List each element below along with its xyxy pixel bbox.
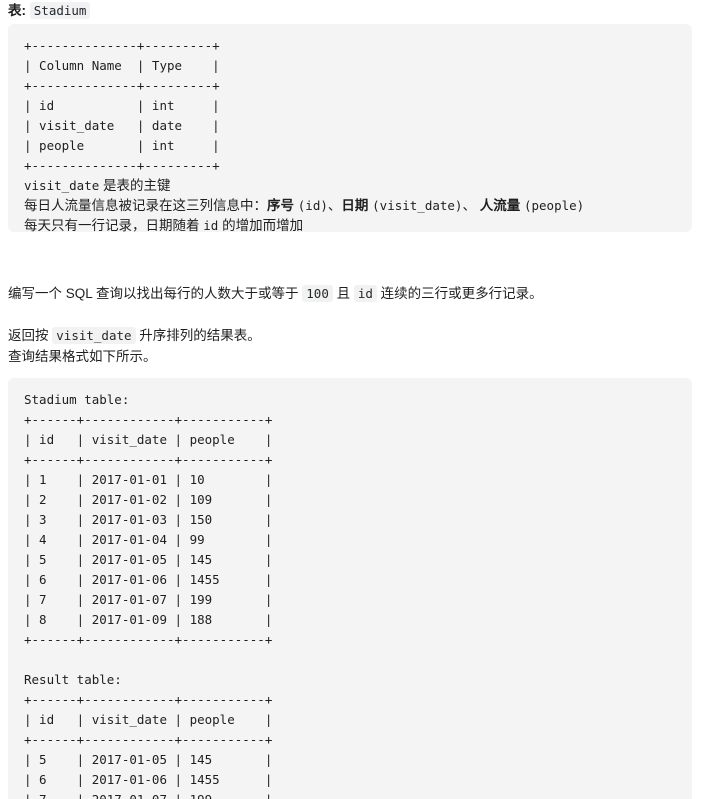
schema-divider-top: +--------------+---------+ — [24, 38, 220, 53]
ordering-paragraph: 返回按 visit_date 升序排列的结果表。 — [8, 326, 261, 346]
table-heading: 表: Stadium — [8, 2, 91, 20]
table-heading-label: 表: — [8, 3, 26, 18]
stadium-table-title: Stadium table: — [24, 392, 130, 407]
daily-note-part-a: 每天只有一行记录，日期随着 — [24, 218, 204, 232]
schema-note-columns: 每日人流量信息被记录在这三列信息中：序号 (id)、日期 (visit_date… — [24, 196, 676, 216]
question-part-b: 且 — [332, 286, 354, 301]
schema-row-people: | people | int | — [24, 138, 220, 153]
column-code-people: (people) — [523, 198, 585, 213]
column-label-people: 人流量 — [479, 198, 521, 213]
schema-code-block: +--------------+---------+ | Column Name… — [8, 24, 692, 232]
schema-row-visit-date: | visit_date | date | — [24, 118, 220, 133]
result-table-title: Result table: — [24, 672, 122, 687]
threshold-code: 100 — [302, 285, 333, 302]
visit-date-code: visit_date — [52, 327, 136, 344]
stadium-row-8: | 8 | 2017-01-09 | 188 | — [24, 612, 273, 627]
result-row-1: | 5 | 2017-01-05 | 145 | — [24, 752, 273, 767]
stadium-header-row: | id | visit_date | people | — [24, 432, 273, 447]
stadium-row-5: | 5 | 2017-01-05 | 145 | — [24, 552, 273, 567]
columns-separator-1: 、 — [327, 198, 342, 213]
schema-note-daily: 每天只有一行记录，日期随着 id 的增加而增加 — [24, 216, 676, 232]
table-name-code: Stadium — [29, 2, 91, 19]
stadium-divider-bottom: +------+------------+-----------+ — [24, 632, 273, 647]
result-header-row: | id | visit_date | people | — [24, 712, 273, 727]
result-row-3: | 7 | 2017-01-07 | 199 | — [24, 790, 676, 799]
column-label-id: 序号 — [267, 198, 294, 213]
primary-key-column: visit_date — [24, 178, 100, 193]
id-code: id — [353, 285, 377, 302]
stadium-row-4: | 4 | 2017-01-04 | 99 | — [24, 532, 273, 547]
question-part-c: 连续的三行或更多行记录。 — [376, 286, 543, 301]
columns-separator-2: 、 — [462, 198, 480, 213]
column-code-id: (id) — [297, 198, 328, 213]
stadium-row-2: | 2 | 2017-01-02 | 109 | — [24, 492, 273, 507]
result-divider-mid: +------+------------+-----------+ — [24, 732, 273, 747]
result-divider-top: +------+------------+-----------+ — [24, 692, 273, 707]
blank-separator — [24, 650, 676, 670]
ordering-part-b: 升序排列的结果表。 — [135, 328, 261, 343]
daily-note-part-b: 的增加而增加 — [218, 218, 304, 232]
stadium-row-7: | 7 | 2017-01-07 | 199 | — [24, 592, 273, 607]
primary-key-text: 是表的主键 — [99, 178, 171, 193]
schema-header-row: | Column Name | Type | — [24, 58, 220, 73]
schema-divider-mid: +--------------+---------+ — [24, 78, 220, 93]
document-page: 表: Stadium +--------------+---------+ | … — [0, 0, 701, 799]
question-paragraph: 编写一个 SQL 查询以找出每行的人数大于或等于 100 且 id 连续的三行或… — [8, 284, 543, 304]
daily-note-code-id: id — [203, 218, 219, 232]
result-row-2: | 6 | 2017-01-06 | 1455 | — [24, 772, 273, 787]
question-part-a: 编写一个 SQL 查询以找出每行的人数大于或等于 — [8, 286, 303, 301]
stadium-row-6: | 6 | 2017-01-06 | 1455 | — [24, 572, 273, 587]
example-code-block: Stadium table: +------+------------+----… — [8, 378, 692, 799]
ordering-part-a: 返回按 — [8, 328, 53, 343]
column-label-visit-date: 日期 — [341, 198, 369, 213]
stadium-row-1: | 1 | 2017-01-01 | 10 | — [24, 472, 273, 487]
schema-row-id: | id | int | — [24, 98, 220, 113]
columns-note-prefix: 每日人流量信息被记录在这三列信息中： — [24, 198, 267, 213]
format-note-paragraph: 查询结果格式如下所示。 — [8, 349, 157, 364]
stadium-divider-mid: +------+------------+-----------+ — [24, 452, 273, 467]
schema-note-primary-key: visit_date 是表的主键 — [24, 176, 676, 196]
schema-divider-bottom: +--------------+---------+ — [24, 158, 220, 173]
column-code-visit-date: (visit_date) — [372, 198, 463, 213]
stadium-row-3: | 3 | 2017-01-03 | 150 | — [24, 512, 273, 527]
stadium-divider-top: +------+------------+-----------+ — [24, 412, 273, 427]
